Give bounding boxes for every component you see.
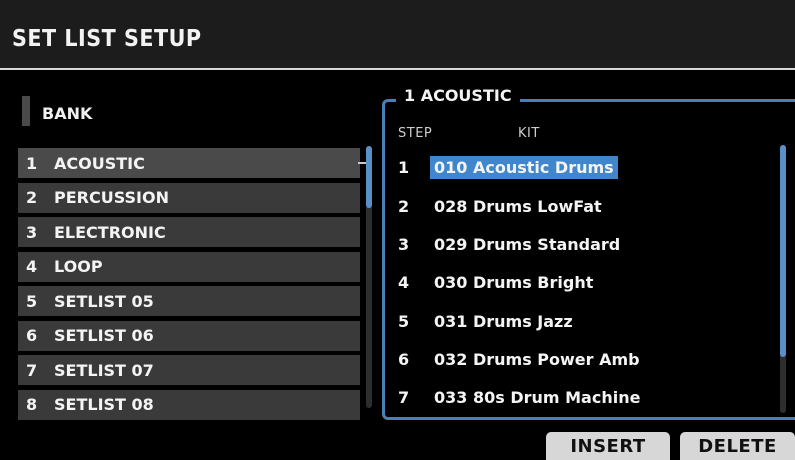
step-row-6[interactable]: 6 032 Drums Power Amb <box>398 344 644 374</box>
title-bar: SET LIST SETUP <box>0 0 795 70</box>
bank-label: BANK <box>42 104 93 123</box>
bank-marker-icon <box>22 96 30 126</box>
kit-column-header: KIT <box>518 126 540 141</box>
step-column-header: STEP <box>398 126 433 141</box>
kit-name[interactable]: 010 Acoustic Drums <box>430 155 618 179</box>
bank-item-number: 7 <box>26 360 38 380</box>
step-row-2[interactable]: 2 028 Drums LowFat <box>398 191 606 221</box>
kit-name[interactable]: 031 Drums Jazz <box>430 310 577 333</box>
bank-item-label: LOOP <box>54 257 103 276</box>
step-number: 1 <box>398 157 410 177</box>
bank-item-number: 5 <box>26 291 38 311</box>
bank-item-number: 4 <box>26 257 38 276</box>
bank-item-label: ELECTRONIC <box>54 222 166 242</box>
kit-name[interactable]: 032 Drums Power Amb <box>430 348 644 371</box>
bank-scrollbar[interactable] <box>366 146 372 408</box>
step-number: 3 <box>398 234 410 254</box>
kit-scrollbar[interactable] <box>780 145 786 413</box>
bank-item-2[interactable]: 2 PERCUSSION <box>18 182 360 213</box>
bank-scroll-thumb[interactable] <box>366 146 372 208</box>
bank-item-label: SETLIST 08 <box>54 395 154 414</box>
step-number: 7 <box>398 387 410 407</box>
step-number: 6 <box>398 349 410 369</box>
step-row-7[interactable]: 7 033 80s Drum Machine <box>398 382 644 412</box>
kit-name[interactable]: 029 Drums Standard <box>430 233 624 256</box>
step-row-1[interactable]: 1 010 Acoustic Drums <box>398 152 618 182</box>
setlist-title: 1 ACOUSTIC <box>396 86 520 105</box>
bank-item-5[interactable]: 5 SETLIST 05 <box>18 286 360 316</box>
kit-name[interactable]: 033 80s Drum Machine <box>430 386 644 409</box>
bank-list: 1 ACOUSTIC 2 PERCUSSION 3 ELECTRONIC 4 L… <box>18 148 360 424</box>
bank-item-label: SETLIST 05 <box>54 291 154 311</box>
bank-item-7[interactable]: 7 SETLIST 07 <box>18 355 360 385</box>
insert-button[interactable]: INSERT <box>546 432 670 460</box>
bank-item-label: SETLIST 06 <box>54 326 154 345</box>
kit-name[interactable]: 030 Drums Bright <box>430 271 597 294</box>
bank-item-number: 2 <box>26 188 38 207</box>
bank-item-8[interactable]: 8 SETLIST 08 <box>18 389 360 420</box>
delete-button[interactable]: DELETE <box>680 432 795 460</box>
step-row-3[interactable]: 3 029 Drums Standard <box>398 229 624 259</box>
bank-item-3[interactable]: 3 ELECTRONIC <box>18 217 360 247</box>
bank-item-label: PERCUSSION <box>54 188 169 207</box>
bank-item-4[interactable]: 4 LOOP <box>18 251 360 282</box>
bank-item-1[interactable]: 1 ACOUSTIC <box>18 148 360 178</box>
bank-item-number: 8 <box>26 395 38 414</box>
step-row-5[interactable]: 5 031 Drums Jazz <box>398 306 577 336</box>
bank-item-label: SETLIST 07 <box>54 360 154 380</box>
bank-item-label: ACOUSTIC <box>54 153 145 173</box>
step-row-4[interactable]: 4 030 Drums Bright <box>398 267 597 297</box>
step-number: 5 <box>398 311 410 331</box>
step-number: 4 <box>398 272 410 292</box>
kit-scroll-thumb[interactable] <box>780 145 786 357</box>
bank-item-number: 1 <box>26 153 38 173</box>
bank-item-number: 3 <box>26 222 38 242</box>
bank-item-6[interactable]: 6 SETLIST 06 <box>18 320 360 351</box>
step-number: 2 <box>398 196 410 216</box>
page-title: SET LIST SETUP <box>12 26 202 52</box>
kit-name[interactable]: 028 Drums LowFat <box>430 195 606 218</box>
bank-item-number: 6 <box>26 326 38 345</box>
